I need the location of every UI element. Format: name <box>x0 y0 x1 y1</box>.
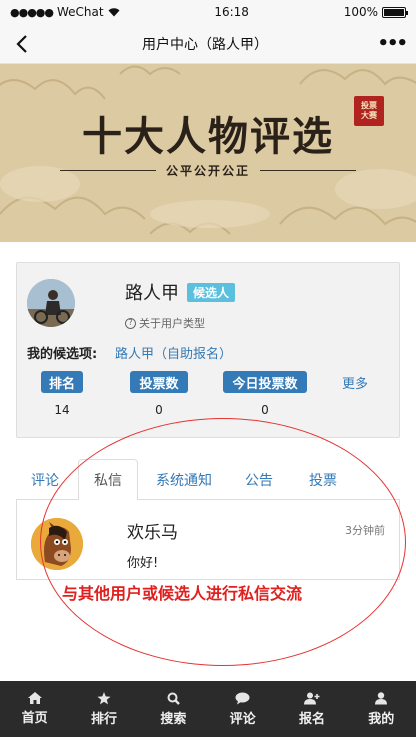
stat-today-votes-value: 0 <box>261 403 269 417</box>
user-type-label: 关于用户类型 <box>139 317 205 330</box>
tab-votes[interactable]: 投票 <box>294 459 352 500</box>
banner-subtitle-row: 公平公开公正 <box>60 162 357 179</box>
sender-avatar[interactable] <box>31 518 83 570</box>
stat-votes-label: 投票数 <box>130 371 188 393</box>
search-icon <box>167 692 180 705</box>
entry-label: 我的候选项: <box>27 347 98 362</box>
more-icon[interactable]: ••• <box>376 33 408 54</box>
stat-today-votes-label: 今日投票数 <box>223 371 307 393</box>
message-item[interactable]: 欢乐马 3分钟前 你好! <box>16 500 400 580</box>
user-name: 路人甲 <box>125 283 179 304</box>
candidate-badge: 候选人 <box>187 283 236 302</box>
status-bar: ●●●●● WeChat 16:18 100% <box>0 0 416 24</box>
banner-seal: 投票 大赛 <box>354 96 384 126</box>
stat-rank-label: 排名 <box>41 371 83 393</box>
bottom-nav-comments-label: 评论 <box>229 711 256 727</box>
bottom-nav-search-label: 搜索 <box>160 711 187 727</box>
question-icon: ? <box>125 317 136 329</box>
user-icon <box>375 691 388 704</box>
user-type-link[interactable]: ? 关于用户类型 <box>125 315 205 331</box>
carrier-label: WeChat <box>57 5 104 19</box>
nav-bar: 用户中心（路人甲） ••• <box>0 24 416 64</box>
bottom-nav-signup[interactable]: 报名 <box>277 681 346 737</box>
seal-line-2: 大赛 <box>361 111 377 120</box>
bottom-nav-mine[interactable]: 我的 <box>347 681 416 737</box>
bottom-nav-ranking[interactable]: 排行 <box>69 681 138 737</box>
tab-system-notices[interactable]: 系统通知 <box>144 459 224 500</box>
status-left: ●●●●● WeChat <box>10 5 120 19</box>
banner: 十大人物评选 投票 大赛 公平公开公正 <box>0 64 416 242</box>
star-icon <box>97 691 111 704</box>
bottom-nav-comments[interactable]: 评论 <box>208 681 277 737</box>
tab-bar: 评论 私信 系统通知 公告 投票 <box>16 459 400 501</box>
bottom-nav-home[interactable]: 首页 <box>0 681 69 737</box>
banner-subtitle: 公平公开公正 <box>166 164 251 178</box>
seal-line-1: 投票 <box>361 101 377 110</box>
more-link[interactable]: 更多 <box>342 373 368 392</box>
status-right: 100% <box>343 5 408 19</box>
battery-icon <box>382 6 408 18</box>
add-user-icon <box>303 692 320 704</box>
tab-announcements[interactable]: 公告 <box>230 459 288 500</box>
divider-left <box>60 170 156 171</box>
bottom-nav-signup-label: 报名 <box>298 711 325 727</box>
stat-votes-value: 0 <box>155 403 163 417</box>
entry-link[interactable]: 路人甲（自助报名） <box>115 343 232 362</box>
message-sender: 欢乐马 <box>127 523 178 543</box>
profile-card: 路人甲 候选人 ? 关于用户类型 我的候选项: 路人甲（自助报名） 排名 投票数… <box>16 262 400 438</box>
bottom-nav-mine-label: 我的 <box>368 711 395 727</box>
wifi-icon <box>108 7 120 16</box>
bottom-nav-ranking-label: 排行 <box>90 711 117 727</box>
tab-comments[interactable]: 评论 <box>16 459 74 500</box>
back-icon[interactable] <box>10 32 34 56</box>
tab-private-messages[interactable]: 私信 <box>78 459 138 501</box>
clock: 16:18 <box>214 5 249 19</box>
annotation-text: 与其他用户或候选人进行私信交流 <box>62 584 303 603</box>
comment-icon <box>235 692 250 704</box>
signal-icon: ●●●●● <box>10 5 54 19</box>
divider-right <box>260 170 357 171</box>
message-time: 3分钟前 <box>345 524 385 537</box>
message-text: 你好! <box>127 556 159 571</box>
stat-rank-value: 14 <box>54 403 70 417</box>
home-icon <box>27 692 42 704</box>
bottom-nav: 首页 排行 搜索 评论 报名 我的 <box>0 681 416 737</box>
bottom-nav-search[interactable]: 搜索 <box>139 681 208 737</box>
battery-percent: 100% <box>343 5 378 19</box>
bottom-nav-home-label: 首页 <box>21 711 48 726</box>
page-title: 用户中心（路人甲） <box>142 36 268 53</box>
avatar[interactable] <box>27 279 75 327</box>
